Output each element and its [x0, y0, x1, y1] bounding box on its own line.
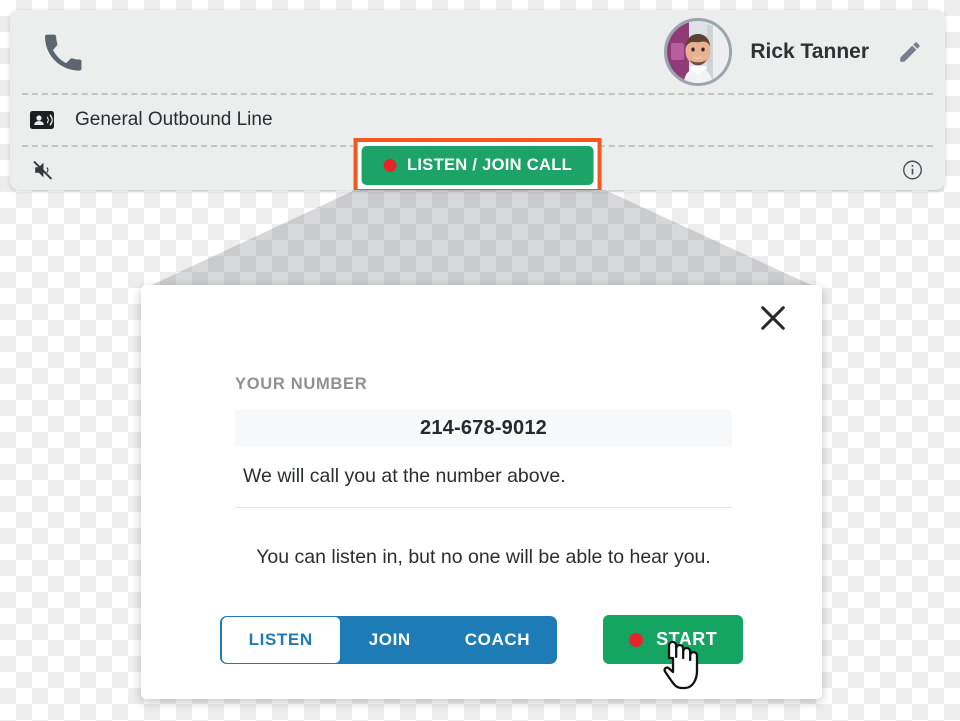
mode-description-note: You can listen in, but no one will be ab… [256, 546, 711, 568]
call-actions-row: LISTEN / JOIN CALL [10, 138, 945, 190]
dialog-divider [235, 507, 732, 508]
agent-name: Rick Tanner [750, 39, 869, 63]
dialog-body: YOUR NUMBER 214-678-9012 We will call yo… [235, 375, 732, 569]
record-dot-icon [383, 159, 397, 172]
callback-note: We will call you at the number above. [243, 465, 566, 487]
info-circle-icon[interactable] [902, 159, 923, 180]
mode-segmented-control: LISTEN JOIN COACH [219, 615, 558, 664]
mode-button-coach[interactable]: COACH [438, 616, 557, 664]
dialog-actions: LISTEN JOIN COACH START [141, 615, 822, 664]
callout-shadow-fan [141, 190, 822, 290]
start-button[interactable]: START [603, 615, 744, 664]
mode-button-listen[interactable]: LISTEN [219, 615, 342, 664]
speaker-muted-icon[interactable] [32, 159, 54, 181]
active-call-card: Rick Tanner General Outbound Line LISTEN… [10, 10, 945, 190]
start-button-label: START [656, 629, 718, 649]
phone-icon [42, 32, 82, 72]
close-icon[interactable] [754, 299, 792, 337]
listen-join-call-label: LISTEN / JOIN CALL [407, 156, 572, 174]
mode-button-join[interactable]: JOIN [342, 616, 438, 664]
call-card-header-row: Rick Tanner [10, 10, 945, 93]
avatar[interactable] [664, 17, 733, 86]
listen-join-call-highlight: LISTEN / JOIN CALL [353, 138, 602, 190]
phone-number-field[interactable]: 214-678-9012 [235, 410, 732, 447]
your-number-label: YOUR NUMBER [235, 375, 368, 393]
pencil-edit-icon[interactable] [897, 39, 923, 65]
record-dot-icon [629, 632, 644, 647]
call-line-label: General Outbound Line [75, 109, 273, 130]
screenshot-stage: Rick Tanner General Outbound Line LISTEN… [0, 0, 960, 721]
listen-join-call-button[interactable]: LISTEN / JOIN CALL [361, 146, 594, 185]
contact-card-icon [30, 111, 54, 129]
listen-join-dialog: YOUR NUMBER 214-678-9012 We will call yo… [141, 285, 822, 699]
